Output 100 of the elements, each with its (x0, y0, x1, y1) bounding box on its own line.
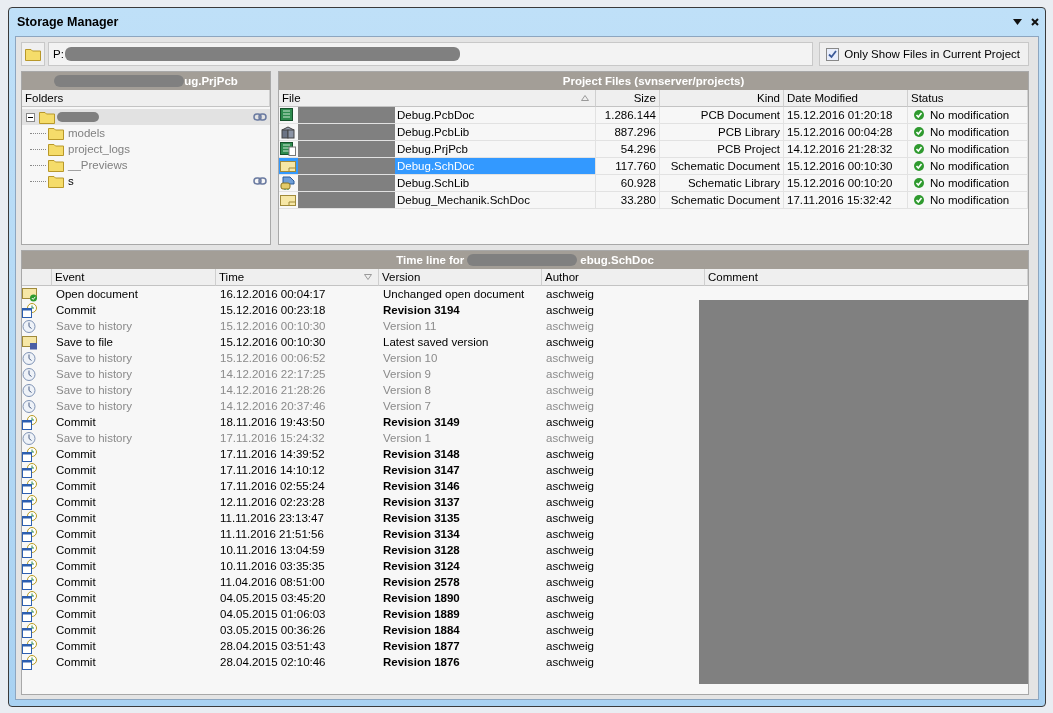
event-cell[interactable]: Commit (52, 574, 216, 590)
event-cell[interactable]: Commit (52, 606, 216, 622)
table-cell-text: 17.11.2016 14:39:52 (219, 447, 326, 462)
event-cell[interactable]: Commit (52, 414, 216, 430)
document-icon (280, 159, 296, 173)
tree-item[interactable]: s (22, 173, 270, 189)
table-cell-text: aschweig (545, 367, 595, 382)
column-header[interactable]: Event (52, 269, 216, 286)
table-cell: PCB Project (660, 141, 784, 158)
table-cell-text: Revision 3128 (382, 543, 461, 558)
file-cell[interactable]: Debug.SchLib (279, 175, 596, 192)
status-cell: No modification (908, 158, 1028, 175)
table-cell: 14.12.2016 21:28:32 (784, 141, 908, 158)
event-cell[interactable]: Commit (52, 622, 216, 638)
column-header[interactable]: Version (379, 269, 542, 286)
table-cell-text: aschweig (545, 399, 595, 414)
table-cell-text: Revision 1877 (382, 639, 461, 654)
table-cell-text: Revision 3149 (382, 415, 461, 430)
panel-title: Project Files (svnserver/projects) (279, 72, 1028, 90)
column-header[interactable]: Folders (22, 90, 270, 107)
chip-icon (280, 125, 296, 139)
status-cell: No modification (908, 175, 1028, 192)
path-field[interactable]: P: (48, 42, 814, 66)
table-cell: 15.12.2016 00:10:30 (784, 158, 908, 175)
folder-icon (48, 158, 64, 172)
event-cell[interactable]: Commit (52, 510, 216, 526)
column-header[interactable]: File (279, 90, 596, 107)
event-cell[interactable]: Commit (52, 478, 216, 494)
event-cell[interactable]: Commit (52, 590, 216, 606)
tree-item[interactable]: project_logs (22, 141, 270, 157)
event-cell[interactable]: Commit (52, 542, 216, 558)
table-cell-text: 28.04.2015 02:10:46 (219, 655, 327, 670)
table-cell-text: aschweig (545, 543, 595, 558)
event-cell[interactable]: Open document (52, 286, 216, 302)
folder-icon (39, 110, 55, 124)
table-cell-text: 17.11.2016 02:55:24 (219, 479, 326, 494)
table-cell-text: Revision 3146 (382, 479, 461, 494)
event-cell[interactable]: Commit (52, 302, 216, 318)
table-cell-text: aschweig (545, 495, 595, 510)
check-icon (914, 144, 924, 154)
table-cell-text: Revision 3134 (382, 527, 461, 542)
check-icon (914, 178, 924, 188)
event-cell[interactable]: Commit (52, 558, 216, 574)
panel-title: Time line for (396, 254, 465, 266)
table-cell-text: aschweig (545, 351, 595, 366)
table-cell-text: aschweig (545, 431, 595, 446)
event-cell[interactable]: Commit (52, 526, 216, 542)
column-header[interactable]: Date Modified (784, 90, 908, 107)
tree-item[interactable]: __Previews (22, 157, 270, 173)
folder-icon (48, 174, 64, 188)
event-cell[interactable]: Commit (52, 446, 216, 462)
column-header[interactable]: Time (216, 269, 379, 286)
dropdown-icon[interactable] (1013, 19, 1022, 25)
table-cell: PCB Document (660, 107, 784, 124)
circuit-board-icon (280, 108, 296, 122)
table-cell-text: aschweig (545, 415, 595, 430)
file-cell[interactable]: Debug.PcbLib (279, 124, 596, 141)
column-header[interactable]: Size (596, 90, 660, 107)
file-cell[interactable]: Debug.PcbDoc (279, 107, 596, 124)
table-cell-text: Latest saved version (382, 335, 490, 350)
table-cell-text: Version 10 (382, 351, 439, 366)
event-cell[interactable]: Commit (52, 654, 216, 670)
table-cell-text: 11.11.2016 23:13:47 (219, 511, 325, 526)
table-cell: Schematic Library (660, 175, 784, 192)
collapse-icon[interactable] (26, 112, 35, 122)
event-cell[interactable]: Commit (52, 638, 216, 654)
table-cell-text: aschweig (545, 527, 595, 542)
table-cell-text: 11.04.2016 08:51:00 (219, 575, 326, 590)
table-cell-text: Unchanged open document (382, 287, 526, 302)
table-cell-text: Version 7 (382, 399, 432, 414)
event-cell[interactable]: Commit (52, 462, 216, 478)
table-cell-text: 28.04.2015 03:51:43 (219, 639, 327, 654)
table-cell-text: aschweig (545, 479, 595, 494)
document-name: ebug.SchDoc (580, 254, 654, 266)
column-header[interactable]: Kind (660, 90, 784, 107)
table-cell-text: 03.05.2015 00:36:26 (219, 623, 327, 638)
file-cell[interactable]: Debug_Mechanik.SchDoc (279, 192, 596, 209)
table-cell-text: aschweig (545, 303, 595, 318)
event-cell[interactable]: Commit (52, 494, 216, 510)
table-cell-text: Revision 1890 (382, 591, 461, 606)
table-cell-text: aschweig (545, 335, 595, 350)
column-header[interactable]: Status (908, 90, 1028, 107)
close-icon[interactable] (1031, 18, 1039, 26)
status-cell: No modification (908, 192, 1028, 209)
column-header[interactable]: Comment (705, 269, 1028, 286)
table-cell: 54.296 (596, 141, 660, 158)
folder-icon (25, 47, 41, 61)
table-cell-text: Revision 3135 (382, 511, 461, 526)
tree-item[interactable]: models (22, 125, 270, 141)
event-cell[interactable]: Save to file (52, 334, 216, 350)
save-document-icon (22, 334, 38, 350)
table-cell-text: aschweig (545, 319, 595, 334)
sort-descending-icon (364, 274, 372, 280)
project-name: ug.PrjPcb (184, 75, 238, 87)
table-cell: 17.11.2016 15:32:42 (784, 192, 908, 209)
table-cell-text: 10.11.2016 03:35:35 (219, 559, 326, 574)
table-cell-text: Revision 3124 (382, 559, 461, 574)
column-header[interactable]: Author (542, 269, 705, 286)
only-current-project-checkbox[interactable]: Only Show Files in Current Project (819, 42, 1029, 66)
checkbox[interactable] (826, 47, 840, 61)
